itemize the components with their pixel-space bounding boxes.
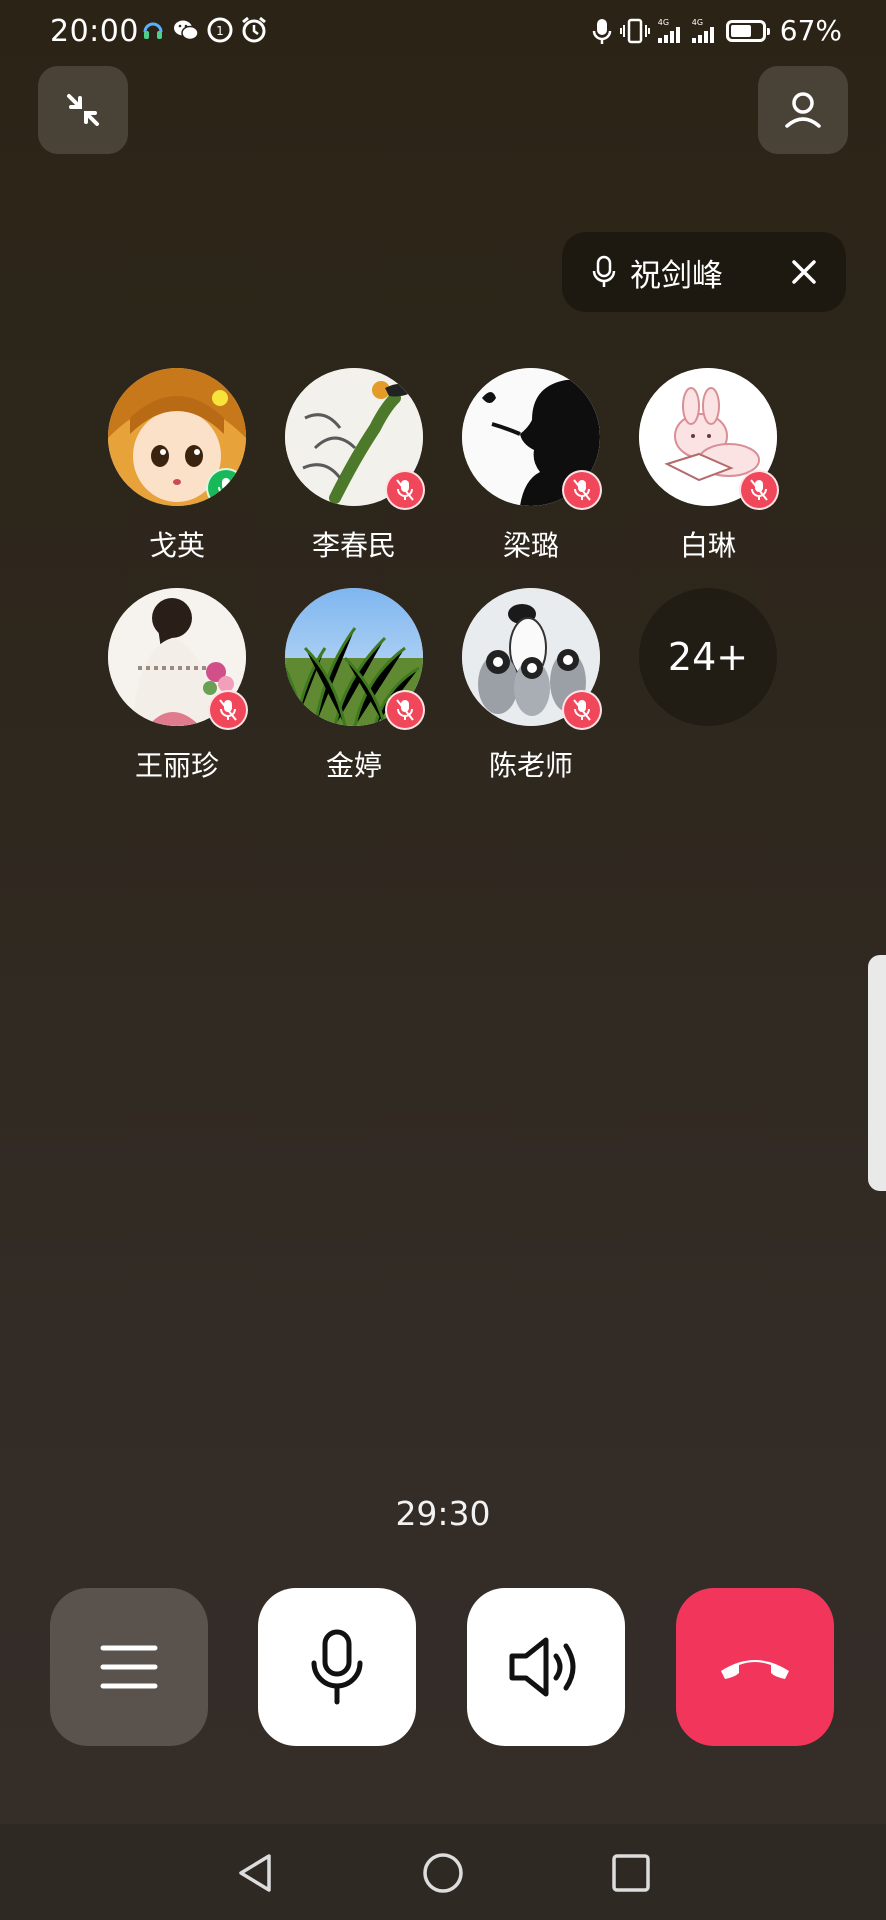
headset-icon: [143, 22, 163, 39]
more-members-button[interactable]: 24+: [639, 588, 777, 726]
member-name: 戈英: [148, 529, 205, 562]
data-saver-icon: 1: [207, 17, 233, 43]
mic-muted-badge: [385, 470, 425, 510]
speaker-name: 祝剑峰: [630, 257, 723, 294]
speaking-indicator: 祝剑峰: [562, 232, 846, 312]
signal-bars-icon: [691, 27, 714, 43]
nav-recents-button[interactable]: [606, 1848, 656, 1898]
battery-icon: [725, 19, 770, 42]
microphone-muted-icon: [573, 479, 591, 501]
status-notification-icons: 1: [140, 16, 268, 44]
member-tile[interactable]: 金婷: [285, 588, 425, 784]
network-type-1: 4G: [657, 18, 670, 27]
members-button[interactable]: [758, 66, 848, 154]
member-tile[interactable]: 梁璐: [462, 368, 602, 564]
microphone-muted-icon: [750, 479, 768, 501]
speaker-button[interactable]: [467, 1588, 625, 1746]
microphone-button[interactable]: [258, 1588, 416, 1746]
side-drawer-handle[interactable]: [868, 955, 886, 1191]
member-name: 李春民: [311, 529, 396, 562]
signal-1: 4G: [657, 18, 682, 43]
minimize-call-button[interactable]: [38, 66, 128, 154]
member-name: 王丽珍: [134, 749, 219, 782]
member-name: 陈老师: [488, 749, 573, 782]
member-tile[interactable]: 陈老师: [462, 588, 602, 784]
member-tile[interactable]: 白琳: [639, 368, 779, 564]
hang-up-button[interactable]: [676, 1588, 834, 1746]
mic-on-badge: [206, 468, 246, 506]
alarm-icon: [242, 16, 266, 43]
mic-muted-badge: [208, 690, 248, 730]
home-circle-icon: [423, 1853, 463, 1893]
battery-text: 67%: [779, 14, 842, 47]
network-type-2: 4G: [691, 18, 704, 27]
microphone-icon: [311, 1629, 363, 1705]
mic-muted-badge: [562, 470, 602, 510]
speaker-icon: [509, 1637, 576, 1697]
member-tile[interactable]: 李春民: [285, 368, 425, 564]
avatar: [108, 368, 246, 506]
hang-up-icon: [721, 1660, 789, 1679]
back-triangle-icon: [239, 1854, 271, 1892]
microphone-muted-icon: [396, 699, 414, 721]
microphone-muted-icon: [573, 699, 591, 721]
mic-muted-badge: [562, 690, 602, 730]
status-time: 20:00: [50, 14, 139, 49]
microphone-on-icon: [218, 478, 234, 498]
close-icon: [792, 260, 816, 284]
mic-muted-badge: [385, 690, 425, 730]
microphone-small-icon: [592, 255, 616, 287]
signal-2: 4G: [691, 18, 716, 43]
collapse-arrows-icon: [67, 94, 99, 126]
member-tile[interactable]: 王丽珍: [108, 588, 248, 784]
more-members-count: 24+: [639, 588, 777, 726]
member-name: 梁璐: [502, 529, 559, 562]
menu-button[interactable]: [50, 1588, 208, 1746]
call-timer: 29:30: [395, 1494, 491, 1533]
vibrate-icon: [619, 18, 650, 43]
nav-home-button[interactable]: [418, 1848, 468, 1898]
status-right: 4G 4G 67%: [592, 14, 842, 47]
member-name: 白琳: [679, 529, 736, 562]
member-tile[interactable]: 戈英: [108, 368, 246, 564]
nav-back-button[interactable]: [230, 1848, 280, 1898]
battery-level: [730, 24, 751, 37]
signal-bars-icon: [657, 27, 680, 43]
menu-icon: [100, 1645, 158, 1689]
microphone-muted-icon: [396, 479, 414, 501]
microphone-muted-icon: [219, 699, 237, 721]
wechat-icon: [174, 20, 199, 41]
svg-text:1: 1: [216, 24, 224, 38]
status-bar: 20:00 1 4G 4G 67%: [0, 0, 886, 66]
member-name: 金婷: [325, 749, 382, 782]
mic-status-icon: [592, 18, 612, 44]
mic-muted-badge: [739, 470, 779, 510]
recents-square-icon: [612, 1854, 650, 1892]
close-speaking-button[interactable]: [790, 258, 818, 286]
person-icon: [785, 92, 821, 128]
navigation-bar: [0, 1824, 886, 1920]
